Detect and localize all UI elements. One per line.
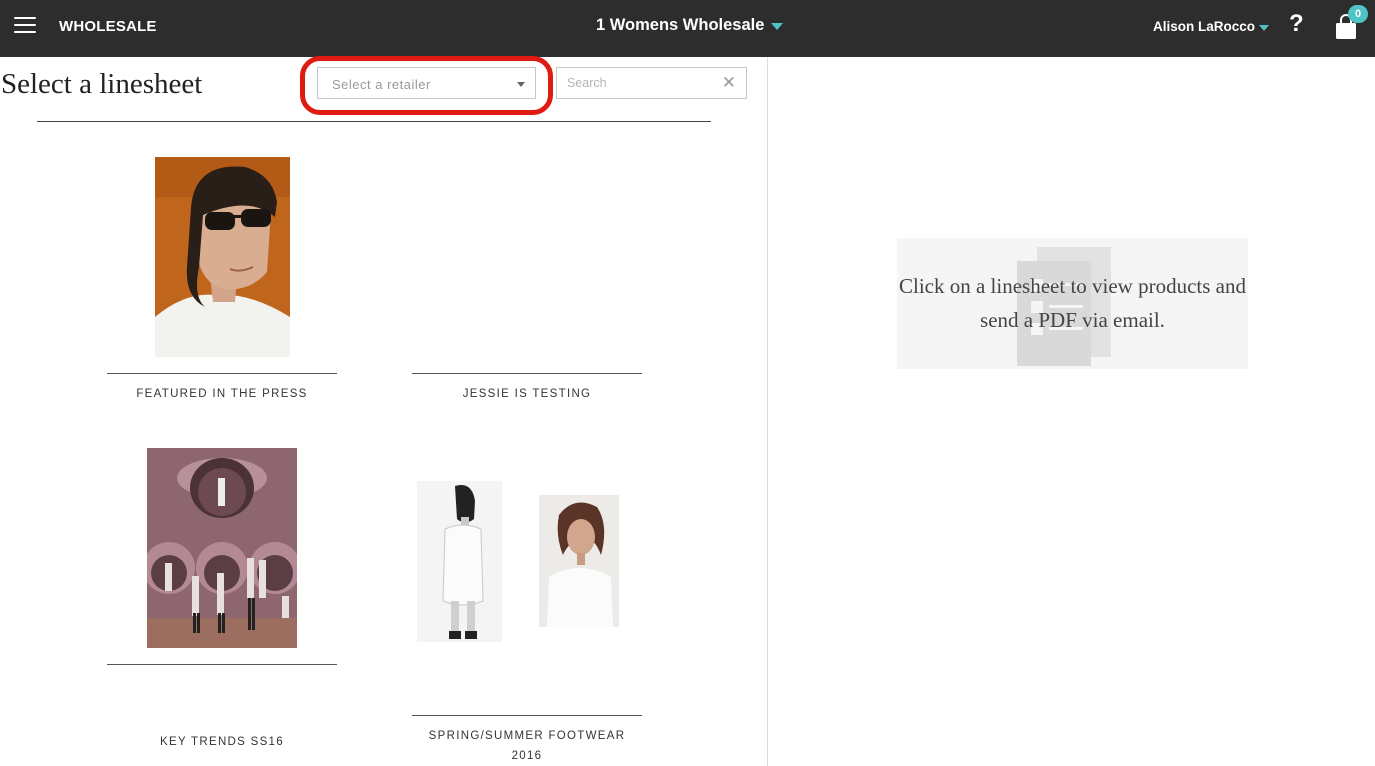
chevron-down-icon — [1259, 24, 1270, 31]
linesheet-card[interactable]: KEY TRENDS SS16 — [107, 448, 337, 748]
user-name: Alison LaRocco — [1153, 19, 1256, 34]
linesheet-name: SPRING/SUMMER FOOTWEAR 2016 — [428, 730, 626, 762]
linesheet-panel: Select a linesheet Select a retailer ✕ — [0, 56, 767, 766]
panel-divider — [767, 57, 768, 766]
brand-label[interactable]: WHOLESALE — [59, 18, 157, 35]
clear-icon[interactable]: ✕ — [722, 73, 736, 93]
linesheet-card[interactable]: FEATURED IN THE PRESS — [107, 157, 337, 407]
linesheet-name: KEY TRENDS SS16 — [160, 736, 284, 748]
linesheet-thumbnail — [417, 481, 502, 642]
linesheet-thumbnail — [539, 495, 619, 627]
linesheet-thumbnail — [155, 157, 290, 357]
card-divider — [107, 664, 337, 665]
search-box: ✕ — [556, 67, 747, 99]
store-name: 1 Womens Wholesale — [596, 16, 765, 34]
divider — [37, 121, 711, 122]
cart-count-badge: 0 — [1348, 5, 1368, 23]
menu-icon[interactable] — [14, 17, 36, 35]
top-navigation-bar: WHOLESALE 1 Womens Wholesale Alison LaRo… — [0, 0, 1375, 57]
linesheet-name: JESSIE IS TESTING — [462, 388, 592, 400]
help-icon[interactable]: ? — [1289, 10, 1304, 38]
chevron-down-icon — [771, 23, 784, 30]
empty-state-message: Click on a linesheet to view products an… — [898, 274, 1246, 332]
page-title: Select a linesheet — [1, 68, 203, 100]
card-divider — [412, 715, 642, 716]
user-menu[interactable]: Alison LaRocco — [1153, 19, 1270, 34]
card-divider — [107, 373, 337, 374]
store-selector[interactable]: 1 Womens Wholesale — [596, 16, 784, 35]
search-input[interactable] — [558, 69, 708, 97]
empty-state: Click on a linesheet to view products an… — [897, 238, 1248, 369]
linesheet-name: FEATURED IN THE PRESS — [136, 388, 308, 400]
linesheet-card[interactable]: SPRING/SUMMER FOOTWEAR 2016 — [412, 481, 642, 762]
linesheet-card[interactable]: JESSIE IS TESTING — [412, 157, 642, 407]
card-divider — [412, 373, 642, 374]
annotation-highlight — [300, 56, 553, 115]
linesheet-thumbnail — [147, 448, 297, 648]
